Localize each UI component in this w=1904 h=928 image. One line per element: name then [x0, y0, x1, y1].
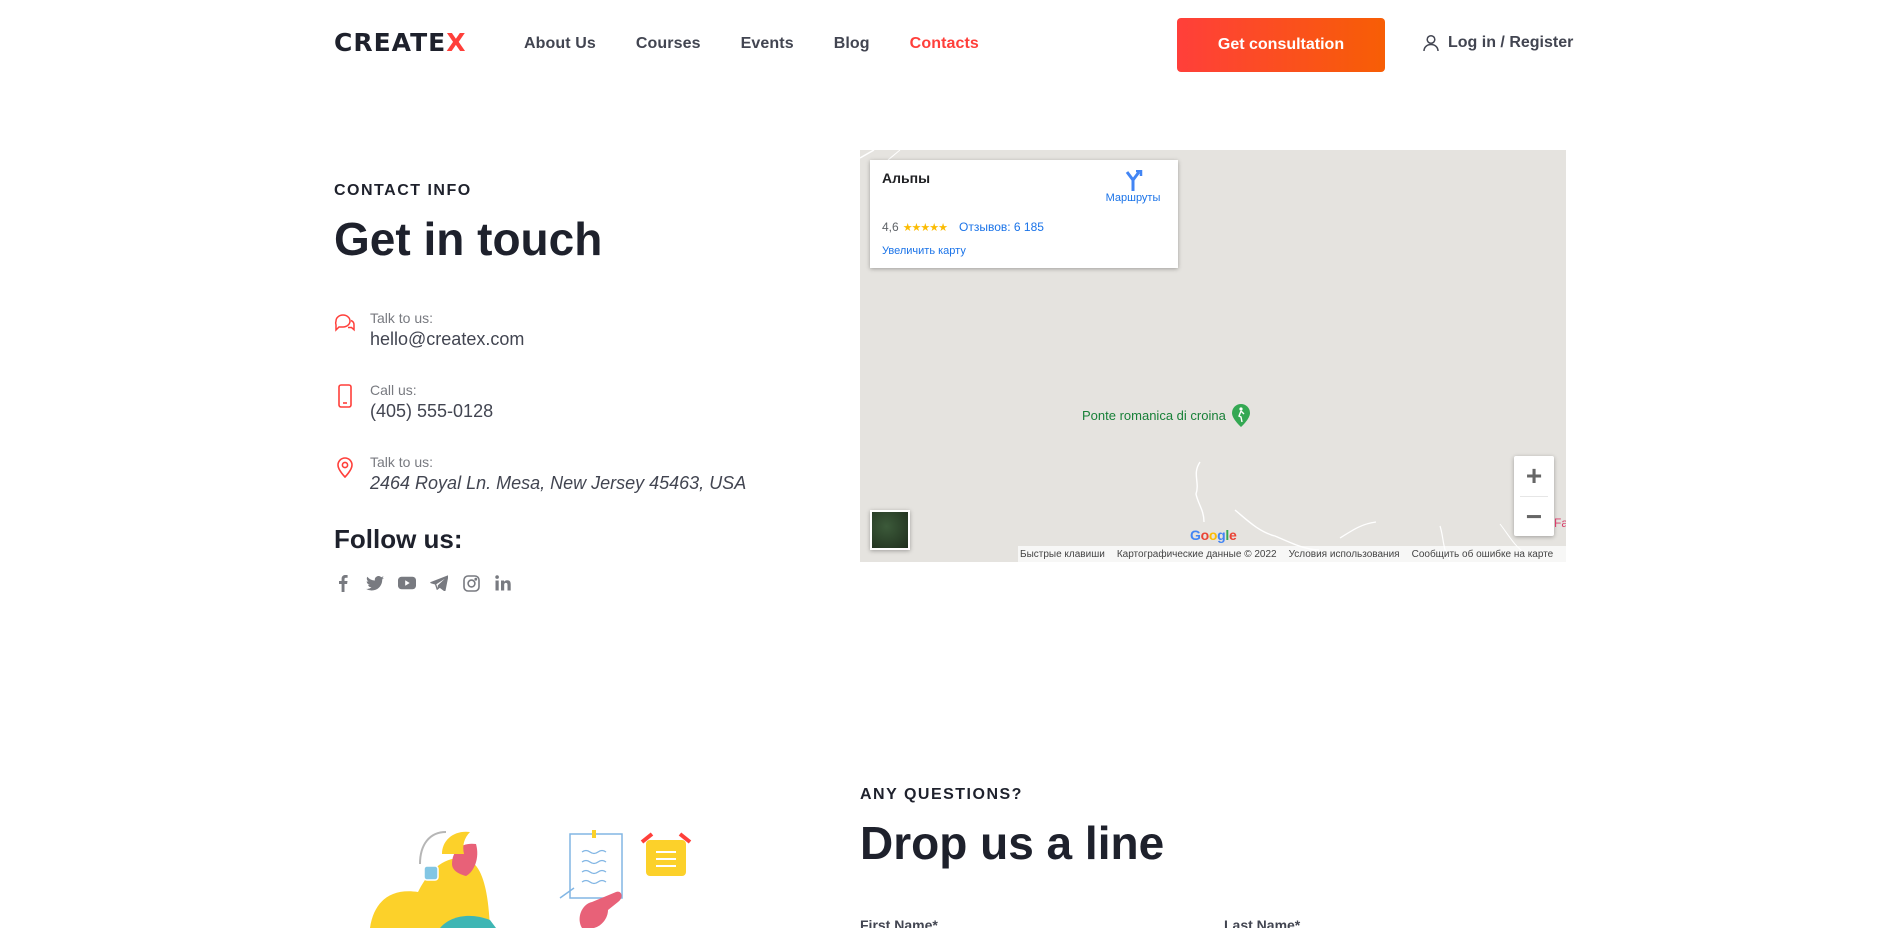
email-value[interactable]: hello@createx.com: [370, 329, 524, 350]
twitter-icon[interactable]: [366, 574, 384, 592]
phone-value[interactable]: (405) 555-0128: [370, 401, 493, 422]
logo-text: CREATE: [334, 28, 447, 57]
social-links: [334, 574, 512, 592]
zoom-out-button[interactable]: −: [1514, 497, 1554, 537]
phone-icon: [334, 384, 356, 408]
contact-label: Talk to us:: [370, 310, 434, 326]
map-data-label: Картографические данные © 2022: [1116, 548, 1277, 560]
questions-eyebrow: ANY QUESTIONS?: [860, 786, 1023, 803]
directions-button[interactable]: Маршруты: [1098, 170, 1168, 204]
terms-link[interactable]: Условия использования: [1289, 549, 1400, 560]
contact-item-address: Talk to us: 2464 Royal Ln. Mesa, New Jer…: [334, 454, 746, 494]
login-register-link[interactable]: Log in / Register: [1422, 34, 1573, 52]
keyboard-shortcuts-link[interactable]: Быстрые клавиши: [1020, 549, 1105, 560]
contact-item-phone: Call us: (405) 555-0128: [334, 382, 493, 422]
chat-icon: [334, 312, 356, 336]
linkedin-icon[interactable]: [494, 574, 512, 592]
satellite-layer-toggle[interactable]: [870, 510, 910, 550]
first-name-label: First Name*: [860, 917, 938, 928]
facebook-icon[interactable]: [334, 574, 352, 592]
rating-stars: ★★★★★: [902, 221, 948, 234]
enlarge-map-link[interactable]: Увеличить карту: [882, 245, 966, 257]
contact-item-email: Talk to us: hello@createx.com: [334, 310, 524, 350]
contact-label: Call us:: [370, 382, 417, 398]
support-illustration: [370, 830, 692, 928]
contact-title: Get in touch: [334, 213, 603, 265]
youtube-icon[interactable]: [398, 574, 416, 592]
directions-icon: [1125, 170, 1143, 191]
site-header: CREATE X About Us Courses Events Blog Con…: [0, 0, 1904, 90]
google-map[interactable]: Альпы Маршруты 4,6 ★★★★★ Отзывов: 6 185 …: [860, 150, 1566, 562]
place-rating: 4,6 ★★★★★ Отзывов: 6 185: [882, 220, 1044, 234]
report-error-link[interactable]: Сообщить об ошибке на карте: [1412, 549, 1554, 560]
map-attribution: Быстрые клавиши Картографические данные …: [1018, 546, 1566, 562]
contact-eyebrow: CONTACT INFO: [334, 182, 472, 199]
rating-value: 4,6: [882, 220, 899, 234]
logo[interactable]: CREATE X: [334, 28, 467, 57]
hiking-marker-icon: [1231, 404, 1250, 427]
questions-title: Drop us a line: [860, 817, 1165, 869]
nav-contacts[interactable]: Contacts: [910, 35, 979, 53]
address-value: 2464 Royal Ln. Mesa, New Jersey 45463, U…: [370, 473, 747, 493]
main-nav: About Us Courses Events Blog Contacts: [524, 35, 979, 53]
nav-courses[interactable]: Courses: [636, 35, 701, 53]
map-place-card: Альпы Маршруты 4,6 ★★★★★ Отзывов: 6 185 …: [870, 160, 1178, 268]
get-consultation-button[interactable]: Get consultation: [1177, 18, 1385, 72]
directions-label: Маршруты: [1105, 192, 1161, 204]
place-name: Альпы: [882, 170, 931, 186]
login-label: Log in / Register: [1448, 34, 1574, 51]
zoom-in-button[interactable]: +: [1514, 456, 1554, 496]
map-zoom-controls: + −: [1514, 456, 1554, 536]
nav-blog[interactable]: Blog: [834, 35, 870, 53]
contact-label: Talk to us:: [370, 454, 434, 470]
nav-events[interactable]: Events: [741, 35, 794, 53]
telegram-icon[interactable]: [430, 574, 448, 592]
user-icon: [1423, 34, 1439, 52]
logo-x: X: [446, 28, 467, 57]
map-poi[interactable]: Ponte romanica di croina: [1082, 402, 1252, 428]
map-edge-label: Fa: [1554, 516, 1566, 530]
last-name-label: Last Name*: [1224, 917, 1301, 928]
instagram-icon[interactable]: [462, 574, 480, 592]
nav-about-us[interactable]: About Us: [524, 35, 596, 53]
location-pin-icon: [334, 456, 356, 480]
follow-us-title: Follow us:: [334, 524, 463, 554]
google-logo: Google: [1190, 527, 1237, 543]
reviews-link[interactable]: Отзывов: 6 185: [959, 220, 1044, 234]
poi-label: Ponte romanica di croina: [1082, 407, 1226, 423]
